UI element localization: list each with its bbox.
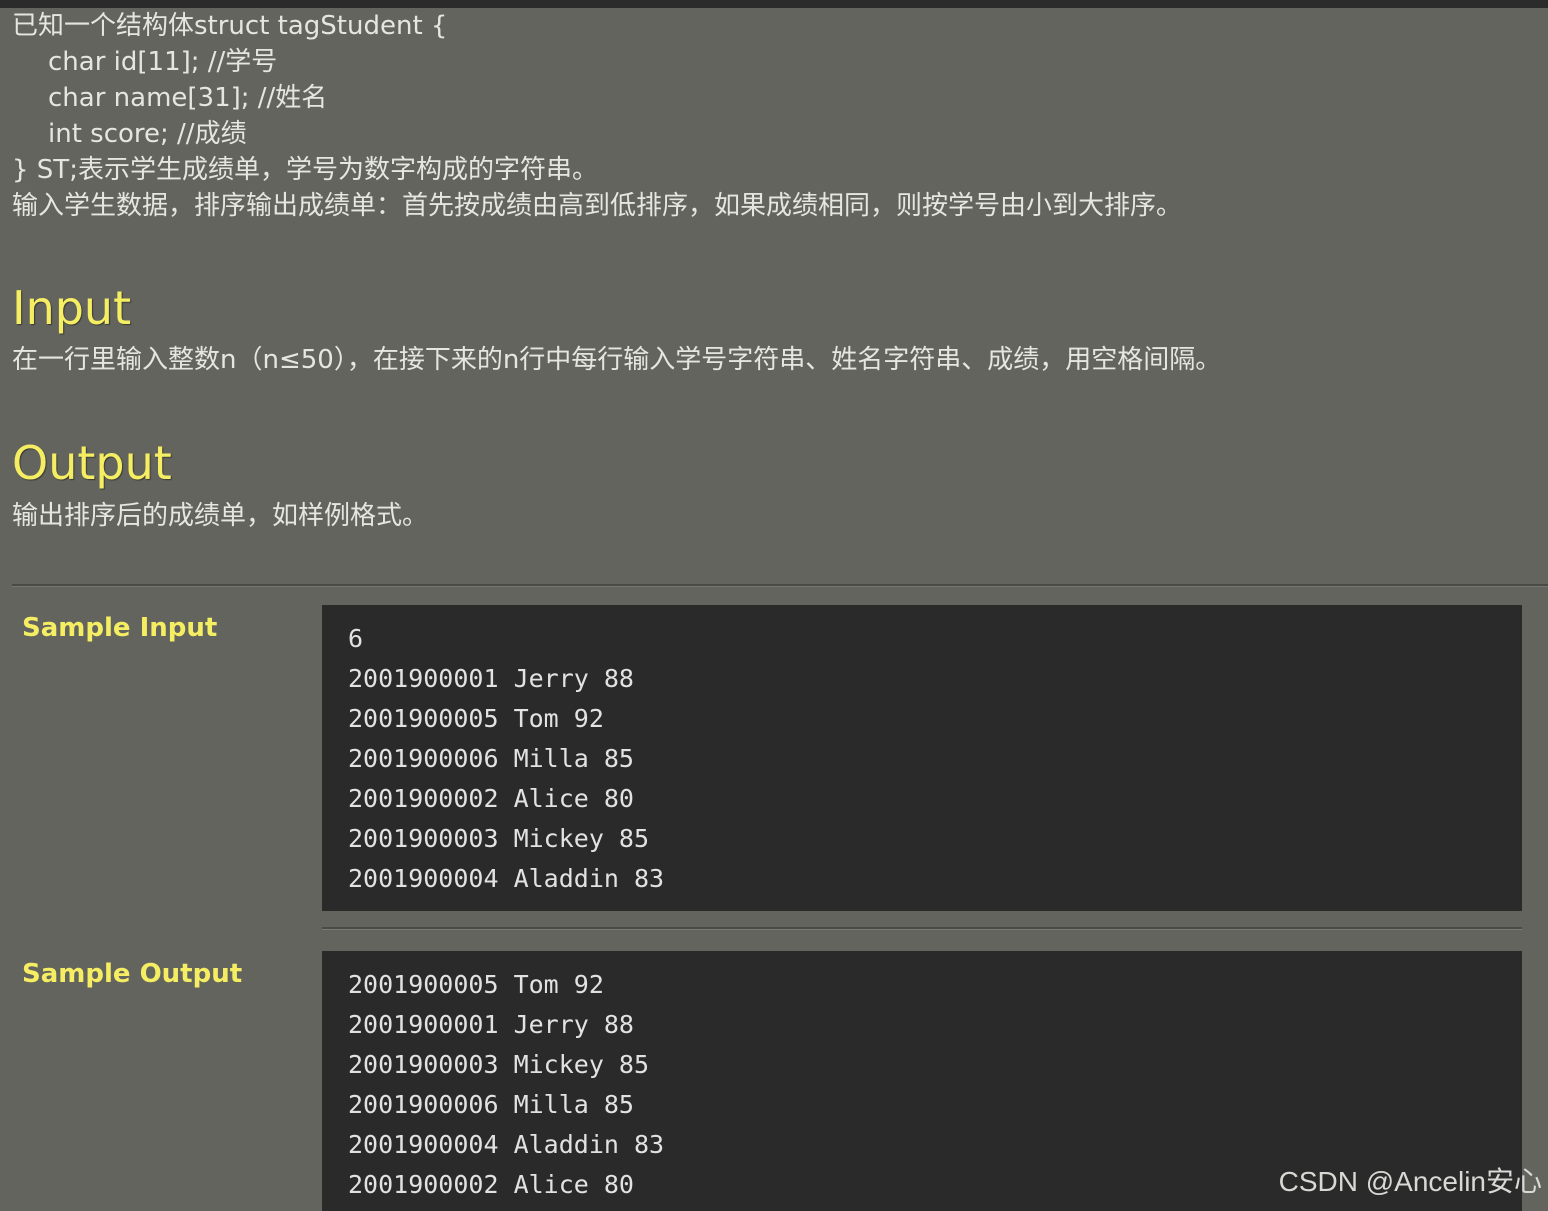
- sample-separator: [322, 927, 1522, 930]
- code-line: 2001900003 Mickey 85: [348, 824, 650, 853]
- code-line: 2001900002 Alice 80: [348, 784, 634, 813]
- output-heading: Output: [12, 436, 172, 490]
- code-line: 2001900006 Milla 85: [348, 744, 634, 773]
- problem-line: 已知一个结构体struct tagStudent {: [12, 11, 448, 41]
- divider: [12, 584, 1548, 587]
- code-line: 2001900006 Milla 85: [348, 1090, 634, 1119]
- sample-input-box[interactable]: 6 2001900001 Jerry 88 2001900005 Tom 92 …: [322, 605, 1522, 911]
- code-line: 2001900004 Aladdin 83: [348, 864, 665, 893]
- problem-line: char id[11]; //学号: [48, 47, 278, 77]
- code-line: 2001900005 Tom 92: [348, 970, 604, 999]
- problem-line: int score; //成绩: [48, 119, 247, 149]
- problem-line: 输入学生数据，排序输出成绩单：首先按成绩由高到低排序，如果成绩相同，则按学号由小…: [12, 191, 1183, 221]
- problem-line: char name[31]; //姓名: [48, 83, 328, 113]
- problem-description: 已知一个结构体struct tagStudent { char id[11]; …: [12, 8, 1532, 224]
- top-bar: [0, 0, 1548, 8]
- code-line: 2001900001 Jerry 88: [348, 1010, 634, 1039]
- problem-line: } ST;表示学生成绩单，学号为数字构成的字符串。: [12, 155, 598, 185]
- code-line: 2001900004 Aladdin 83: [348, 1130, 665, 1159]
- sample-output-label: Sample Output: [22, 959, 243, 989]
- code-line: 2001900003 Mickey 85: [348, 1050, 650, 1079]
- code-line: 2001900005 Tom 92: [348, 704, 604, 733]
- code-line: 6: [348, 624, 364, 653]
- input-description: 在一行里输入整数n（n≤50），在接下来的n行中每行输入学号字符串、姓名字符串、…: [12, 345, 1222, 375]
- code-line: 2001900001 Jerry 88: [348, 664, 634, 693]
- output-description: 输出排序后的成绩单，如样例格式。: [12, 501, 429, 531]
- watermark: CSDN @Ancelin安心: [1278, 1166, 1542, 1197]
- input-heading: Input: [12, 281, 132, 335]
- sample-input-label: Sample Input: [22, 613, 218, 643]
